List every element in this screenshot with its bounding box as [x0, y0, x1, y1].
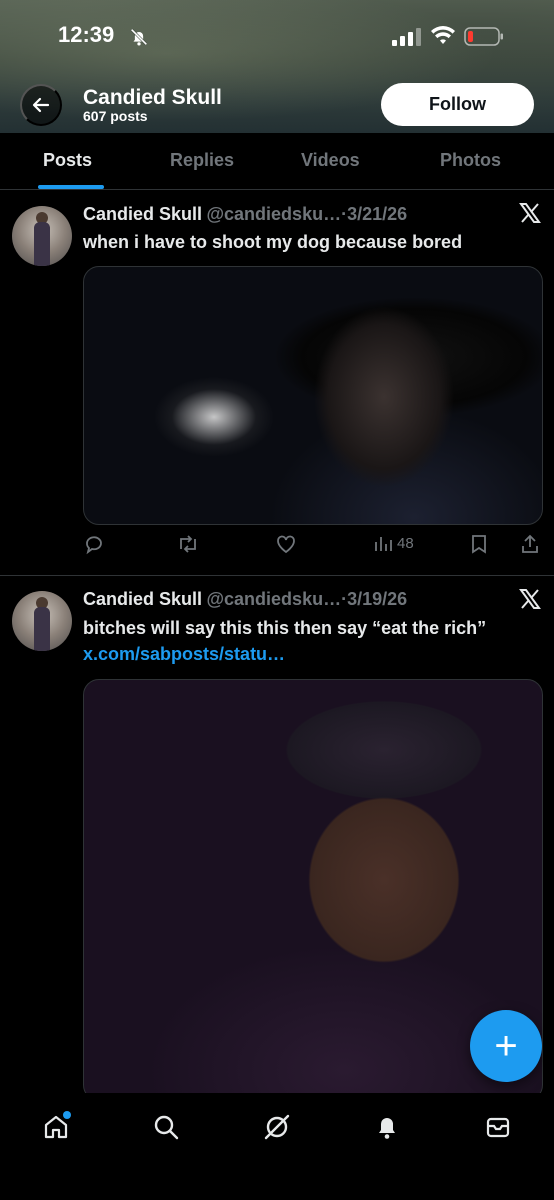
avatar[interactable]: [12, 206, 72, 266]
tab-videos[interactable]: Videos: [301, 150, 360, 171]
post-text: bitches will say this this then say “eat…: [83, 615, 523, 667]
post-actions: 48: [83, 533, 543, 563]
tabs-divider: [0, 189, 554, 190]
arrow-left-icon: [32, 97, 50, 113]
bell-off-icon: [130, 28, 148, 46]
profile-name: Candied Skull: [83, 86, 222, 109]
post-link[interactable]: x.com/sabposts/statu…: [83, 644, 285, 664]
share-button[interactable]: [519, 533, 541, 555]
post-image[interactable]: [83, 266, 543, 525]
share-icon: [522, 534, 538, 553]
avatar[interactable]: [12, 591, 72, 651]
notification-dot: [63, 1111, 71, 1119]
repost-button[interactable]: [176, 533, 200, 555]
like-button[interactable]: [275, 533, 297, 555]
post-author[interactable]: Candied Skull: [83, 589, 202, 609]
reply-icon: [86, 536, 102, 555]
views-icon: [375, 537, 392, 551]
wifi-icon: [431, 26, 455, 44]
nav-home[interactable]: [36, 1107, 76, 1147]
tab-photos[interactable]: Photos: [440, 150, 501, 171]
post-divider: [0, 575, 554, 576]
post-text: when i have to shoot my dog because bore…: [83, 232, 463, 252]
back-button[interactable]: [20, 84, 62, 126]
tab-replies[interactable]: Replies: [170, 150, 234, 171]
compose-button[interactable]: +: [470, 1010, 542, 1082]
post-date[interactable]: ·3/19/26: [341, 589, 407, 609]
search-icon: [154, 1115, 179, 1140]
bottom-nav: [0, 1093, 554, 1200]
nav-grok[interactable]: [257, 1107, 297, 1147]
reply-button[interactable]: [83, 533, 105, 555]
mail-icon: [486, 1117, 510, 1138]
post-author[interactable]: Candied Skull: [83, 204, 202, 224]
post-handle[interactable]: @candiedsku…: [206, 589, 341, 609]
post-meta: Candied Skull @candiedsku…·3/19/26: [83, 589, 407, 610]
post-text-body: bitches will say this this then say “eat…: [83, 618, 487, 638]
bell-icon: [379, 1118, 395, 1139]
battery-icon: [464, 27, 503, 46]
follow-button[interactable]: Follow: [381, 83, 534, 126]
nav-notifications[interactable]: [367, 1107, 407, 1147]
nav-search[interactable]: [146, 1107, 186, 1147]
tab-posts[interactable]: Posts: [43, 150, 92, 171]
views-count: 48: [397, 534, 414, 552]
signal-icon: [392, 28, 421, 46]
post-meta: Candied Skull @candiedsku…·3/21/26: [83, 204, 407, 225]
repost-icon: [180, 535, 196, 553]
post-date[interactable]: ·3/21/26: [341, 204, 407, 224]
x-logo-icon: [519, 589, 541, 609]
status-time: 12:39: [58, 22, 115, 47]
bookmark-icon: [472, 535, 486, 554]
post-handle[interactable]: @candiedsku…: [206, 204, 341, 224]
nav-messages[interactable]: [478, 1107, 518, 1147]
post-count: 607 posts: [83, 108, 148, 124]
bookmark-button[interactable]: [469, 533, 489, 555]
views-button[interactable]: 48: [373, 533, 414, 553]
heart-icon: [277, 535, 295, 554]
x-logo-icon: [519, 203, 541, 223]
grok-icon: [264, 1114, 290, 1140]
